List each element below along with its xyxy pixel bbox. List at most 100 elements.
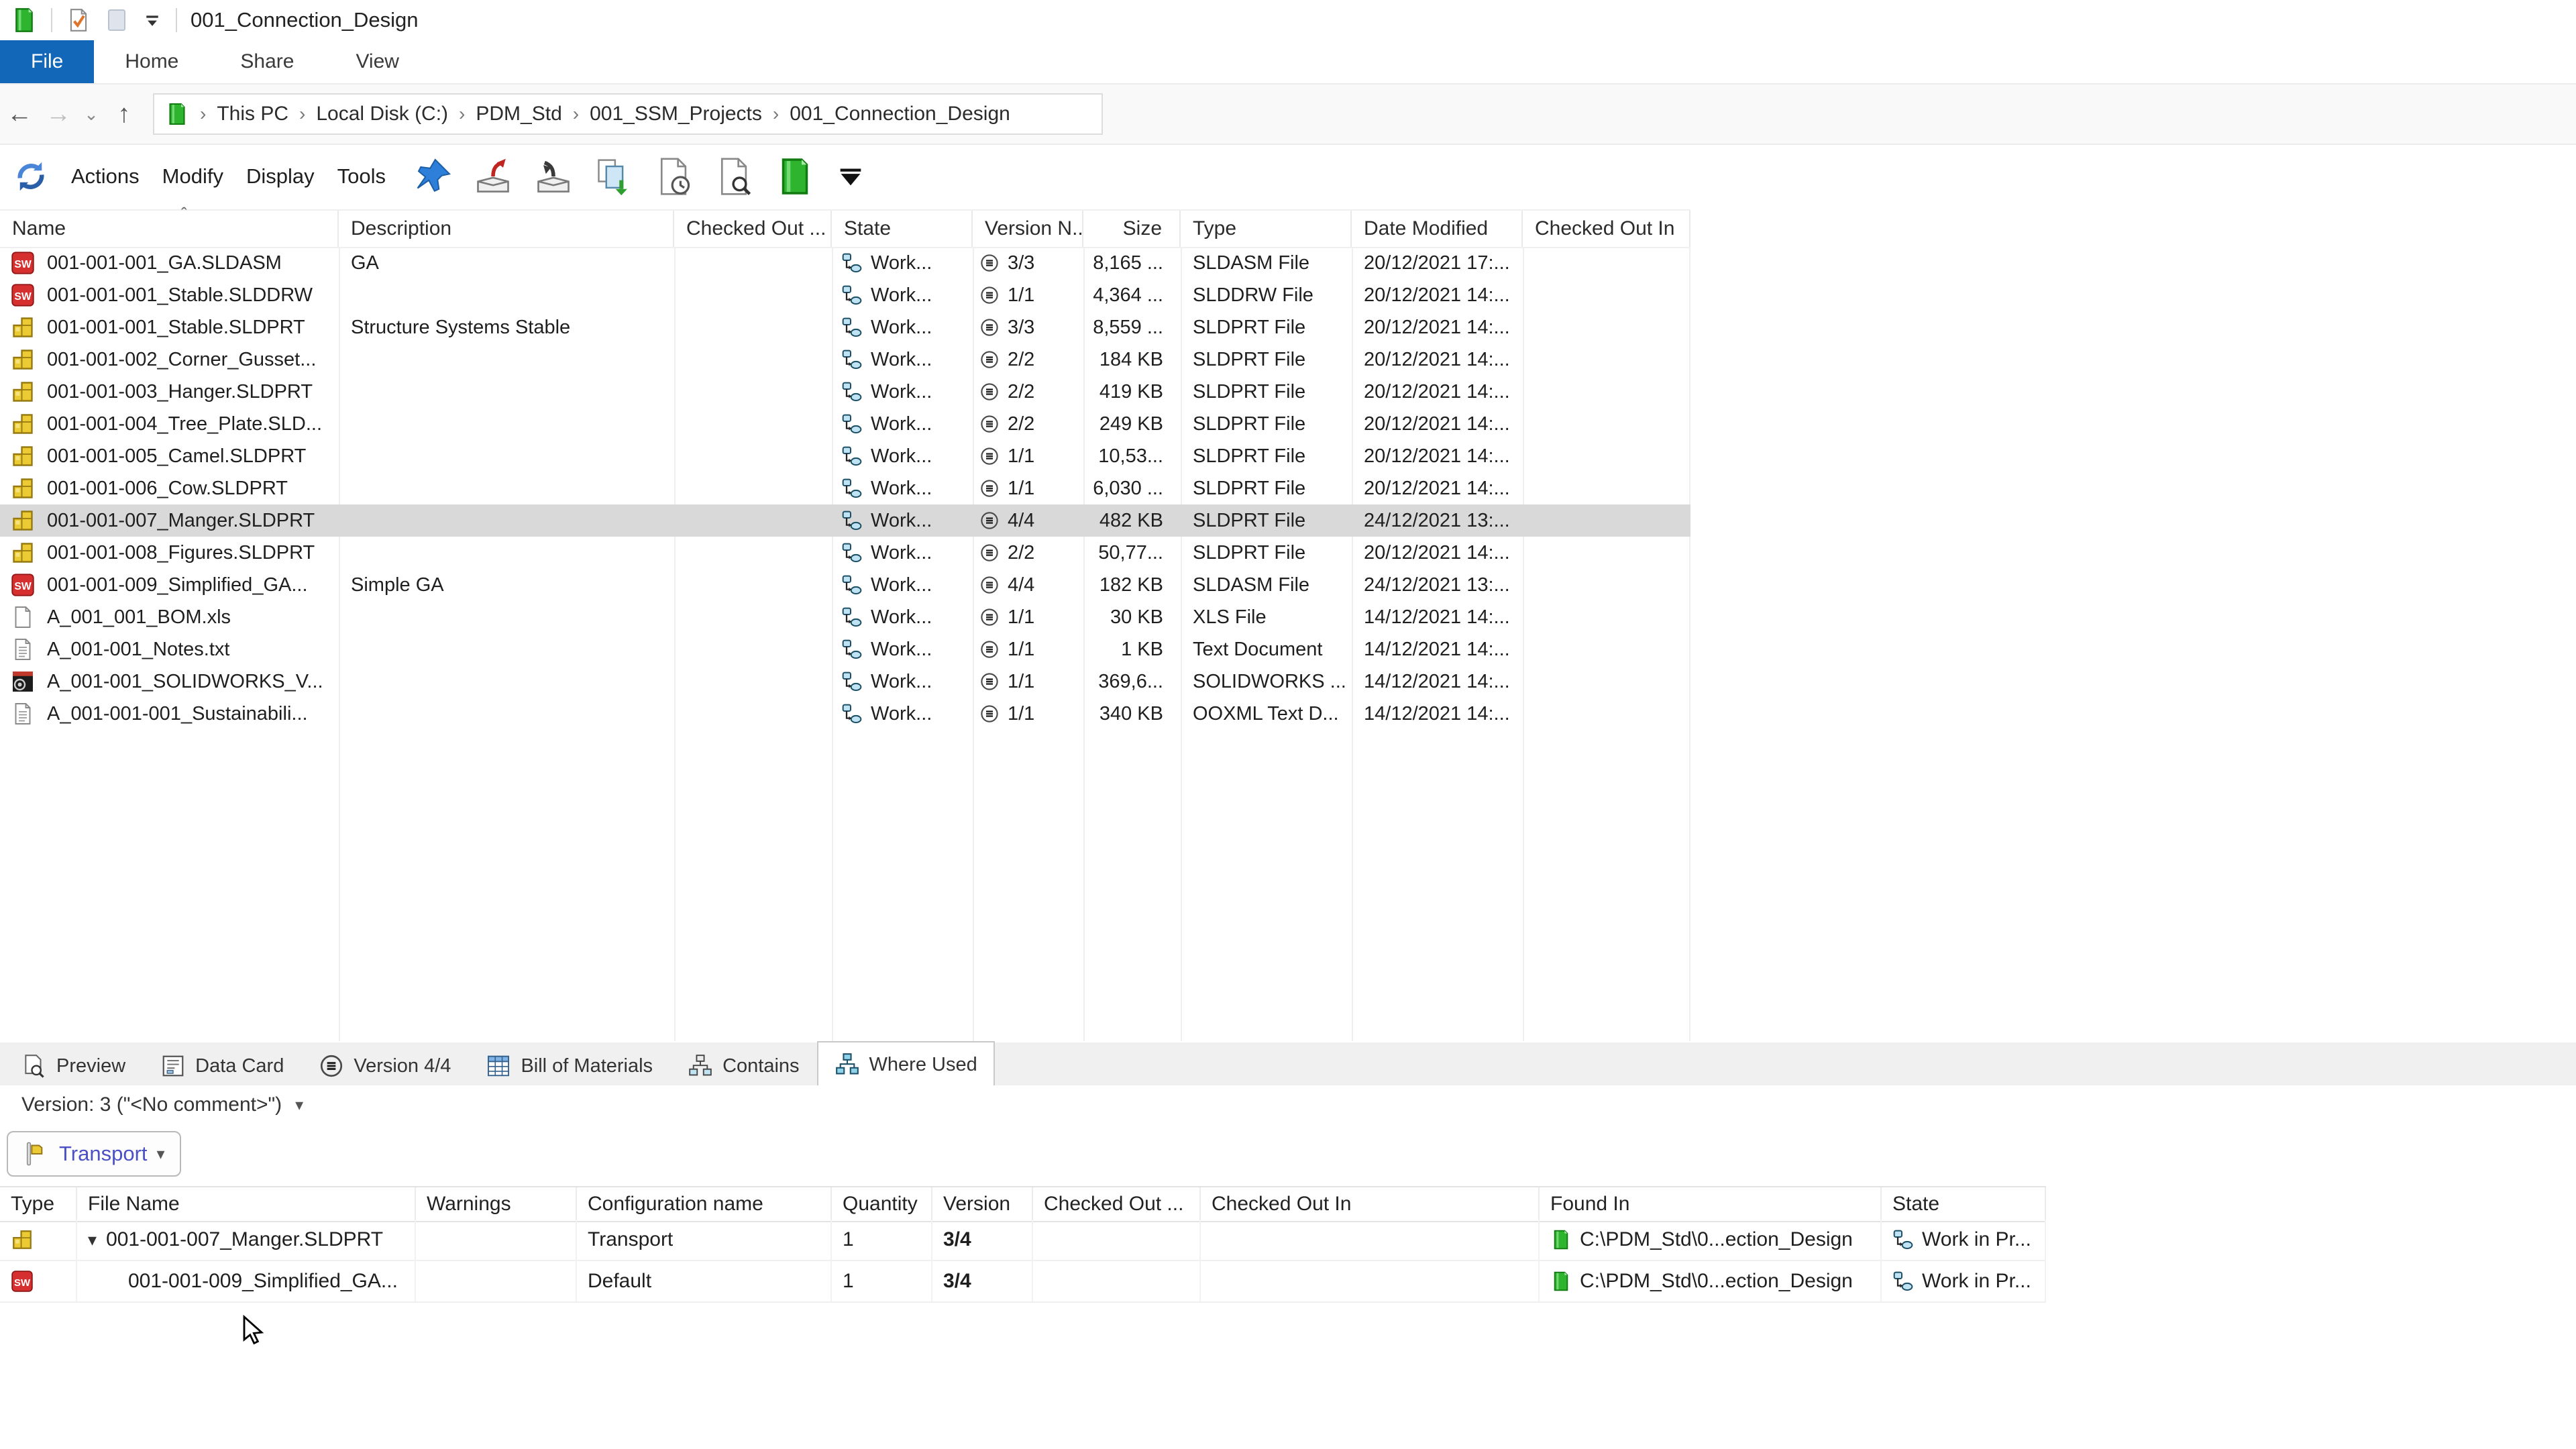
ribbon-tab-view[interactable]: View [325,40,429,83]
get-version-icon[interactable] [654,156,694,197]
file-row[interactable]: 001-001-007_Manger.SLDPRTWork...4/4482 K… [0,504,1690,537]
address-bar[interactable]: › This PC › Local Disk (C:) › PDM_Std › … [153,93,1103,135]
column-header-size[interactable]: Size [1083,211,1181,247]
breadcrumb-connection-design[interactable]: 001_Connection_Design [790,103,1010,125]
file-quick-icon[interactable] [105,8,129,32]
breadcrumb-pdm-std[interactable]: PDM_Std [476,103,561,125]
version-icon [979,478,1000,498]
pin-icon[interactable] [413,156,453,197]
file-row[interactable]: 001-001-006_Cow.SLDPRTWork...1/16,030 ..… [0,472,1690,504]
sw-assembly-icon: SW [11,573,35,597]
where-used-row[interactable]: SW001-001-009_Simplified_GA...Default13/… [0,1261,2046,1303]
wu-column-file-name[interactable]: File Name [77,1187,416,1221]
wu-file-name: 001-001-009_Simplified_GA... [128,1270,398,1293]
file-name: 001-001-001_GA.SLDASM [47,252,282,274]
file-row[interactable]: A_001-001_Notes.txtWork...1/11 KBText Do… [0,633,1690,665]
doc-video-icon [11,669,35,694]
version-icon [979,575,1000,595]
version-label: 1/1 [1008,284,1034,307]
state-cell: Work... [832,574,973,596]
file-row[interactable]: A_001-001_SOLIDWORKS_V...Work...1/1369,6… [0,665,1690,698]
workflow-state-icon [841,413,863,435]
menu-display[interactable]: Display [246,164,315,189]
state-label: Work... [871,284,932,307]
menu-actions[interactable]: Actions [71,164,140,189]
version-cell: 4/4 [973,574,1083,596]
check-out-icon[interactable] [473,156,513,197]
wu-column-type[interactable]: Type [0,1187,77,1221]
version-selector[interactable]: Version: 3 ("<No comment>") ▾ [21,1093,303,1116]
file-row[interactable]: SW001-001-001_GA.SLDASMGAWork...3/38,165… [0,247,1690,279]
transport-filter-button[interactable]: Transport ▾ [7,1131,181,1177]
wu-column-warnings[interactable]: Warnings [416,1187,577,1221]
data-card-icon [160,1053,186,1079]
file-row[interactable]: 001-001-008_Figures.SLDPRTWork...2/250,7… [0,537,1690,569]
column-header-name[interactable]: Name [0,211,339,247]
file-row[interactable]: 001-001-004_Tree_Plate.SLD...Work...2/22… [0,408,1690,440]
file-row[interactable]: SW001-001-009_Simplified_GA...Simple GAW… [0,569,1690,601]
ribbon-tab-file[interactable]: File [0,40,94,83]
tab-bill-of-materials[interactable]: Bill of Materials [468,1045,670,1085]
file-row[interactable]: SW001-001-001_Stable.SLDDRWWork...1/14,3… [0,279,1690,311]
file-name-cell: 001-001-001_Stable.SLDPRT [0,315,339,339]
forward-button-icon[interactable]: → [39,100,78,129]
refresh-icon[interactable] [11,156,51,197]
wu-column-quantity[interactable]: Quantity [832,1187,932,1221]
check-in-icon[interactable] [533,156,574,197]
wu-column-version[interactable]: Version [932,1187,1033,1221]
tab-data-card[interactable]: Data Card [143,1045,301,1085]
check-in-quick-icon[interactable] [66,7,91,33]
recent-locations-icon[interactable]: ⌄ [78,104,105,125]
size-cell: 182 KB [1083,574,1181,596]
file-row[interactable]: 001-001-001_Stable.SLDPRT Structure Syste… [0,311,1690,343]
expander-icon[interactable]: ▾ [88,1230,97,1250]
file-row[interactable]: 001-001-005_Camel.SLDPRTWork...1/110,53.… [0,440,1690,472]
wu-column-configuration[interactable]: Configuration name [577,1187,832,1221]
where-used-row[interactable]: ▾001-001-007_Manger.SLDPRTTransport13/4C… [0,1220,2046,1261]
quick-access-toolbar-arrow-icon[interactable] [142,10,162,30]
description-cell: Structure Systems Stable [339,317,674,339]
column-header-checked-out[interactable]: Checked Out ... [674,211,832,247]
breadcrumb-local-disk[interactable]: Local Disk (C:) [316,103,448,125]
breadcrumb-chevron-icon: › [195,103,211,125]
tab-preview[interactable]: Preview [4,1045,143,1085]
file-name: 001-001-001_Stable.SLDPRT [47,317,305,339]
wu-column-state[interactable]: State [1882,1187,2046,1221]
wu-column-checked-out-in[interactable]: Checked Out In [1201,1187,1540,1221]
toolbar-dropdown-icon[interactable] [835,161,866,192]
tab-contains[interactable]: Contains [670,1045,816,1085]
file-row[interactable]: A_001-001-001_Sustainabili...Work...1/13… [0,698,1690,730]
vault-view-icon[interactable] [775,156,815,197]
menu-modify[interactable]: Modify [162,164,223,189]
wu-column-found-in[interactable]: Found In [1540,1187,1882,1221]
column-header-checked-out-in[interactable]: Checked Out In [1523,211,1690,247]
file-name-cell: 001-001-006_Cow.SLDPRT [0,476,339,500]
tab-where-used[interactable]: Where Used [817,1041,995,1087]
wu-column-checked-out[interactable]: Checked Out ... [1033,1187,1201,1221]
file-row[interactable]: 001-001-002_Corner_Gusset...Work...2/218… [0,343,1690,376]
column-header-version[interactable]: Version N... [973,211,1083,247]
ribbon-tab-home[interactable]: Home [94,40,209,83]
back-button-icon[interactable]: ← [0,100,39,129]
menu-tools[interactable]: Tools [337,164,386,189]
version-label: 1/1 [1008,445,1034,468]
breadcrumb-ssm-projects[interactable]: 001_SSM_Projects [590,103,762,125]
column-header-type[interactable]: Type [1181,211,1352,247]
date-modified-cell: 20/12/2021 17:... [1352,252,1523,274]
doc-text-icon [11,637,35,661]
file-row[interactable]: 001-001-003_Hanger.SLDPRTWork...2/2419 K… [0,376,1690,408]
file-row[interactable]: A_001_001_BOM.xlsWork...1/130 KBXLS File… [0,601,1690,633]
column-header-description[interactable]: Description [339,211,674,247]
search-files-icon[interactable] [714,156,755,197]
breadcrumb-this-pc[interactable]: This PC [217,103,288,125]
file-name-cell: A_001-001_Notes.txt [0,637,339,661]
type-cell: SLDPRT File [1181,478,1352,500]
column-header-state[interactable]: State [832,211,973,247]
up-button-icon[interactable]: ↑ [105,100,144,129]
type-cell: SOLIDWORKS ... [1181,671,1352,693]
ribbon-tab-share[interactable]: Share [209,40,325,83]
tab-version[interactable]: Version 4/4 [301,1045,468,1085]
column-header-date-modified[interactable]: Date Modified [1352,211,1523,247]
get-latest-version-icon[interactable] [594,156,634,197]
size-cell: 1 KB [1083,639,1181,661]
